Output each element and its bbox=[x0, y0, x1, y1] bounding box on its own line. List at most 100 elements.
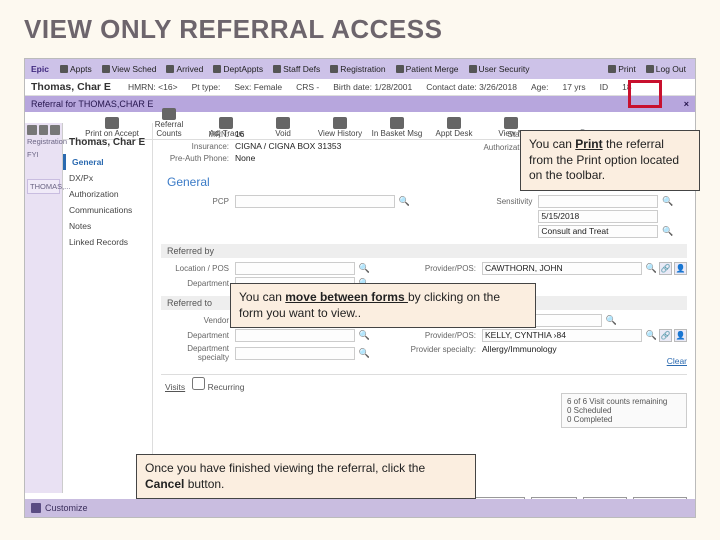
patient-name: Thomas, Char E bbox=[31, 81, 121, 93]
menu-patient-merge[interactable]: Patient Merge bbox=[391, 64, 464, 74]
nav-communications[interactable]: Communications bbox=[63, 202, 152, 218]
search-icon[interactable]: 🔍 bbox=[646, 330, 657, 341]
class-input[interactable]: Consult and Treat bbox=[538, 225, 658, 238]
dept-specialty-label: Department specialty bbox=[161, 344, 235, 362]
logout-icon bbox=[646, 65, 654, 73]
menu-print[interactable]: Print bbox=[603, 64, 640, 74]
visit-counts-card: 6 of 6 Visit counts remaining 0 Schedule… bbox=[561, 393, 687, 428]
menu-logout[interactable]: Log Out bbox=[641, 64, 691, 74]
list-icon bbox=[213, 65, 221, 73]
check-icon bbox=[166, 65, 174, 73]
date-input[interactable]: 5/15/2018 bbox=[538, 210, 658, 223]
patient-header: Thomas, Char E HMRN: <16> Pt type: Sex: … bbox=[25, 79, 695, 96]
menu-arrived[interactable]: Arrived bbox=[161, 64, 208, 74]
person-icon[interactable]: 👤 bbox=[674, 262, 687, 275]
location-pos-label: Location / POS bbox=[161, 264, 235, 273]
provider-pos-input[interactable]: CAWTHORN, JOHN bbox=[482, 262, 642, 275]
link-icon[interactable]: 🔗 bbox=[659, 329, 672, 342]
menu-user-security[interactable]: User Security bbox=[464, 64, 535, 74]
provider-pos-label: Provider/POS: bbox=[408, 264, 482, 273]
chevron-right-icon[interactable] bbox=[39, 125, 49, 135]
form-nav: Thomas, Char E General DX/Px Authorizati… bbox=[63, 123, 153, 493]
rail-fyi[interactable]: FYI bbox=[27, 150, 60, 159]
pcp-label: PCP bbox=[161, 197, 235, 206]
search-icon[interactable]: 🔍 bbox=[662, 196, 673, 207]
dept-label: Department bbox=[161, 279, 235, 288]
customize-link[interactable]: Customize bbox=[45, 503, 88, 513]
printer-icon bbox=[608, 65, 616, 73]
preauth-label: Pre-Auth Phone: bbox=[161, 154, 235, 163]
nav-authorization[interactable]: Authorization bbox=[63, 186, 152, 202]
search-icon[interactable]: 🔍 bbox=[606, 315, 617, 326]
preauth-value: None bbox=[235, 153, 255, 163]
slide-title: VIEW ONLY REFERRAL ACCESS bbox=[0, 0, 720, 55]
visits-section: Visits Recurring bbox=[161, 374, 687, 394]
calendar-icon bbox=[102, 65, 110, 73]
customize-bar: Customize bbox=[25, 499, 695, 517]
section-referred-by: Referred by bbox=[161, 244, 687, 258]
visits-label: Visits bbox=[165, 382, 185, 392]
nav-dxpx[interactable]: DX/Px bbox=[63, 170, 152, 186]
nav-notes[interactable]: Notes bbox=[63, 218, 152, 234]
prov-specialty-label: Provider specialty: bbox=[408, 345, 482, 354]
callout-cancel: Once you have finished viewing the refer… bbox=[136, 454, 476, 499]
close-icon[interactable]: × bbox=[684, 99, 689, 109]
callout-print: You can Print the referral from the Prin… bbox=[520, 130, 700, 191]
mrn-value: 16 bbox=[235, 129, 244, 139]
pin-icon[interactable] bbox=[50, 125, 60, 135]
menu-view-sched[interactable]: View Sched bbox=[97, 64, 162, 74]
search-icon[interactable]: 🔍 bbox=[359, 348, 370, 359]
menubar: Epic Appts View Sched Arrived DeptAppts … bbox=[25, 59, 695, 79]
menu-registration[interactable]: Registration bbox=[325, 64, 390, 74]
provider-to-label: Provider/POS: bbox=[408, 331, 482, 340]
clipboard-icon bbox=[330, 65, 338, 73]
sensitivity-label: Sensitivity bbox=[464, 197, 538, 206]
dept-to-label: Department bbox=[161, 331, 235, 340]
search-icon[interactable]: 🔍 bbox=[359, 330, 370, 341]
left-rail: Registration FYI THOMAS,... bbox=[25, 123, 63, 493]
referral-bar: Referral for THOMAS,CHAR E × bbox=[25, 96, 695, 112]
provider-to-input[interactable]: KELLY, CYNTHIA ›84 bbox=[482, 329, 642, 342]
clear-link[interactable]: Clear bbox=[667, 356, 687, 366]
menu-appts[interactable]: Appts bbox=[55, 64, 97, 74]
person-icon[interactable]: 👤 bbox=[674, 329, 687, 342]
referral-title: Referral for THOMAS,CHAR E bbox=[31, 99, 153, 109]
callout-move: You can move between forms by clicking o… bbox=[230, 283, 536, 328]
nav-linked-records[interactable]: Linked Records bbox=[63, 234, 152, 250]
recurring-checkbox[interactable] bbox=[192, 377, 205, 390]
list-icon bbox=[162, 108, 176, 120]
ins-value: CIGNA / CIGNA BOX 31353 bbox=[235, 141, 341, 151]
prov-specialty-value: Allergy/Immunology bbox=[482, 344, 557, 354]
menu-staff-defs[interactable]: Staff Defs bbox=[268, 64, 325, 74]
grid-icon bbox=[60, 65, 68, 73]
rail-registration[interactable]: Registration bbox=[27, 137, 60, 146]
dept-specialty-input[interactable] bbox=[235, 347, 355, 360]
rail-icon-row bbox=[27, 125, 60, 135]
person-icon bbox=[273, 65, 281, 73]
ins-label: Insurance: bbox=[161, 142, 235, 151]
counts-completed: 0 Completed bbox=[567, 415, 681, 424]
pcp-input[interactable] bbox=[235, 195, 395, 208]
menu-deptappts[interactable]: DeptAppts bbox=[208, 64, 268, 74]
search-icon[interactable]: 🔍 bbox=[662, 226, 673, 237]
location-pos-input[interactable] bbox=[235, 262, 355, 275]
search-icon[interactable]: 🔍 bbox=[646, 263, 657, 274]
info-name: Thomas, Char E bbox=[69, 137, 146, 148]
sensitivity-input[interactable] bbox=[538, 195, 658, 208]
vendor-label: Vendor bbox=[161, 316, 235, 325]
nav-general[interactable]: General bbox=[63, 154, 152, 170]
search-icon[interactable]: 🔍 bbox=[399, 196, 410, 207]
search-icon[interactable]: 🔍 bbox=[359, 263, 370, 274]
brand-logo: Epic bbox=[29, 64, 55, 74]
mrn-label: MRN: bbox=[161, 130, 235, 139]
link-icon[interactable]: 🔗 bbox=[659, 262, 672, 275]
wrench-icon bbox=[31, 503, 41, 513]
merge-icon bbox=[396, 65, 404, 73]
recurring-label: Recurring bbox=[208, 382, 245, 392]
dept-to-input[interactable] bbox=[235, 329, 355, 342]
counts-scheduled: 0 Scheduled bbox=[567, 406, 681, 415]
chevron-left-icon[interactable] bbox=[27, 125, 37, 135]
counts-remaining: 6 of 6 Visit counts remaining bbox=[567, 397, 681, 406]
print-highlight-box bbox=[628, 80, 662, 108]
rail-tab-patient[interactable]: THOMAS,... bbox=[27, 179, 60, 194]
